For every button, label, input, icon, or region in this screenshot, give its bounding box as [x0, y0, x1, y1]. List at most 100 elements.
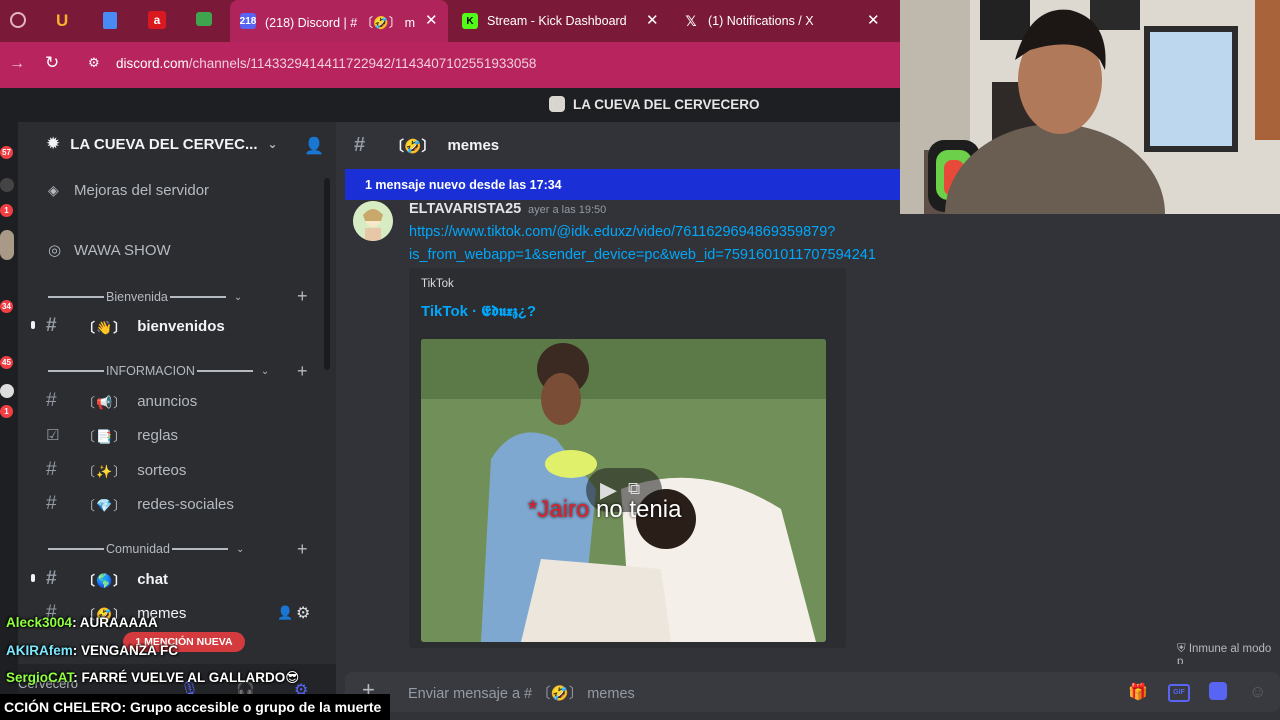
settings-icon[interactable] [10, 12, 26, 28]
boost-icon: ◈ [48, 182, 59, 198]
channel-anuncios[interactable]: # 〔📢〕 anuncios [46, 390, 197, 412]
channel-reglas[interactable]: ☑ 〔📑〕 reglas [46, 424, 178, 446]
chat-text: : FARRÉ VUELVE AL GALLARDO😎 [73, 670, 300, 685]
emoji-icon[interactable]: ☺ [1249, 682, 1266, 702]
unread-badge: 1 [0, 405, 13, 418]
sticker-icon[interactable] [1209, 682, 1227, 700]
category-informacion[interactable]: INFORMACION ⌄ [46, 364, 269, 378]
chat-text: : AURAAAAA [72, 615, 158, 630]
channel-header: # 〔🤣〕 memes [354, 134, 499, 157]
video-caption: *Jairo no tenia [528, 496, 681, 524]
invite-icon[interactable]: 👤 [277, 605, 293, 621]
server-name: LA CUEVA DEL CERVEC... [70, 135, 258, 153]
caption-white: no tenia [589, 496, 682, 523]
divider [48, 548, 104, 550]
server-header[interactable]: ✹ LA CUEVA DEL CERVEC... ⌄ [46, 134, 278, 154]
unread-badge: 1 [0, 204, 13, 217]
tab-x[interactable]: 𝕏 (1) Notifications / X [683, 0, 883, 42]
avatar[interactable] [353, 201, 393, 241]
webcam-overlay [900, 0, 1280, 214]
message-author[interactable]: ELTAVARISTA25 [409, 201, 521, 217]
close-tab-icon[interactable]: ✕ [646, 11, 659, 29]
chat-icon[interactable] [196, 12, 212, 26]
url-field[interactable]: discord.com/channels/1143329414411722942… [116, 56, 536, 71]
channel-emoji: 〔🌎〕 [82, 572, 128, 588]
amazon-icon[interactable]: a [148, 11, 166, 29]
tab-label: (218) Discord | # 〔🤣〕 mem [265, 15, 415, 30]
stream-chat-line: SergioCAT: FARRÉ VUELVE AL GALLARDO😎 [6, 670, 299, 686]
kick-icon: K [462, 13, 478, 29]
window-title: LA CUEVA DEL CERVECERO [549, 96, 760, 112]
channel-name: sorteos [137, 461, 187, 479]
browser-tab-bar: U a 218 (218) Discord | # 〔🤣〕 mem ✕ K St… [0, 0, 900, 42]
divider [171, 548, 228, 550]
embed-title[interactable]: TikTok · 𝕰𝖉𝖚𝖝𝖟¿? [421, 303, 536, 320]
message-input-placeholder: Enviar mensaje a # 〔🤣〕 memes [408, 686, 635, 702]
rules-icon: ☑ [46, 427, 60, 444]
message-area-right [900, 214, 1280, 664]
close-tab-icon[interactable]: ✕ [425, 11, 438, 29]
add-channel-icon[interactable]: + [297, 286, 308, 307]
server-icon[interactable] [0, 384, 14, 398]
channel-sorteos[interactable]: # 〔✨〕 sorteos [46, 459, 186, 481]
sidebar-scrollbar[interactable] [324, 178, 330, 370]
chevron-down-icon: ⌄ [233, 291, 243, 303]
add-member-icon[interactable]: 👤 [304, 136, 324, 156]
new-messages-text: 1 mensaje nuevo desde las 17:34 [365, 177, 562, 192]
ublock-icon[interactable]: U [56, 11, 68, 31]
tab-discord[interactable]: 218 (218) Discord | # 〔🤣〕 mem [230, 0, 448, 42]
embed-provider: TikTok [421, 278, 454, 290]
channel-chat[interactable]: # 〔🌎〕 chat [46, 568, 168, 590]
divider [48, 370, 104, 372]
sidebar-item-label: Mejoras del servidor [74, 182, 210, 199]
reload-icon[interactable]: ↻ [45, 53, 59, 73]
gift-icon[interactable]: 🎁 [1128, 682, 1148, 702]
hash-icon: # [46, 568, 57, 589]
chevron-down-icon: ⌄ [267, 137, 278, 151]
url-path: /channels/1143329414411722942/1143407102… [188, 56, 537, 71]
unread-badge: 57 [0, 146, 13, 159]
unread-badge: 34 [0, 300, 13, 313]
message-link[interactable]: https://www.tiktok.com/@idk.eduxz/video/… [409, 221, 899, 267]
tab-kick[interactable]: K Stream - Kick Dashboard [462, 0, 662, 42]
gif-icon[interactable]: GIF [1168, 684, 1190, 702]
channel-title: memes [447, 137, 500, 154]
category-bienvenida[interactable]: Bienvenida ⌄ [46, 290, 242, 304]
hash-icon: # [354, 134, 366, 156]
stage-channel-wawa[interactable]: ◎ WAWA SHOW [48, 241, 171, 260]
channel-bienvenidos[interactable]: # 〔👋〕 bienvenidos [46, 315, 225, 337]
add-channel-icon[interactable]: + [297, 361, 308, 382]
channel-name: redes-sociales [137, 495, 234, 513]
shield-icon: ⛨ [1177, 643, 1189, 655]
hash-icon: # [46, 390, 57, 411]
new-messages-bar[interactable]: 1 mensaje nuevo desde las 17:34 [345, 169, 900, 200]
add-channel-icon[interactable]: + [297, 539, 308, 560]
category-comunidad[interactable]: Comunidad ⌄ [46, 542, 244, 556]
link-line: is_from_webapp=1&sender_device=pc&web_id… [409, 247, 876, 263]
channel-emoji: 〔👋〕 [82, 319, 128, 335]
server-icon[interactable] [0, 230, 14, 260]
unread-indicator [31, 574, 35, 582]
server-list: 57 1 34 45 1 [0, 122, 18, 720]
category-label: Bienvenida [106, 290, 168, 304]
server-icon[interactable] [0, 178, 14, 192]
channel-redes-sociales[interactable]: # 〔💎〕 redes-sociales [46, 493, 234, 515]
server-boost-item[interactable]: ◈ Mejoras del servidor [48, 182, 209, 199]
category-label: Comunidad [106, 542, 170, 556]
message-timestamp: ayer a las 19:50 [528, 204, 607, 216]
site-info-icon[interactable]: ⚙ [88, 55, 100, 71]
channel-name: bienvenidos [137, 317, 225, 335]
channel-sidebar [18, 122, 336, 720]
link-line: https://www.tiktok.com/@idk.eduxz/video/… [409, 224, 836, 240]
docs-icon[interactable] [103, 12, 117, 29]
divider [48, 296, 104, 298]
stream-chat-line: AKIRAfem: VENGANZA FC [6, 643, 178, 658]
channel-emoji: 〔📑〕 [82, 428, 128, 444]
gear-icon[interactable]: ⚙ [296, 603, 310, 623]
news-ticker: CCIÓN CHELERO: Grupo accesible o grupo d… [0, 694, 390, 720]
channel-name: reglas [137, 426, 179, 444]
forward-arrow-icon[interactable]: → [9, 55, 25, 73]
close-tab-icon[interactable]: ✕ [867, 11, 880, 29]
category-label: INFORMACION [106, 364, 195, 378]
discord-icon: 218 [240, 13, 256, 29]
